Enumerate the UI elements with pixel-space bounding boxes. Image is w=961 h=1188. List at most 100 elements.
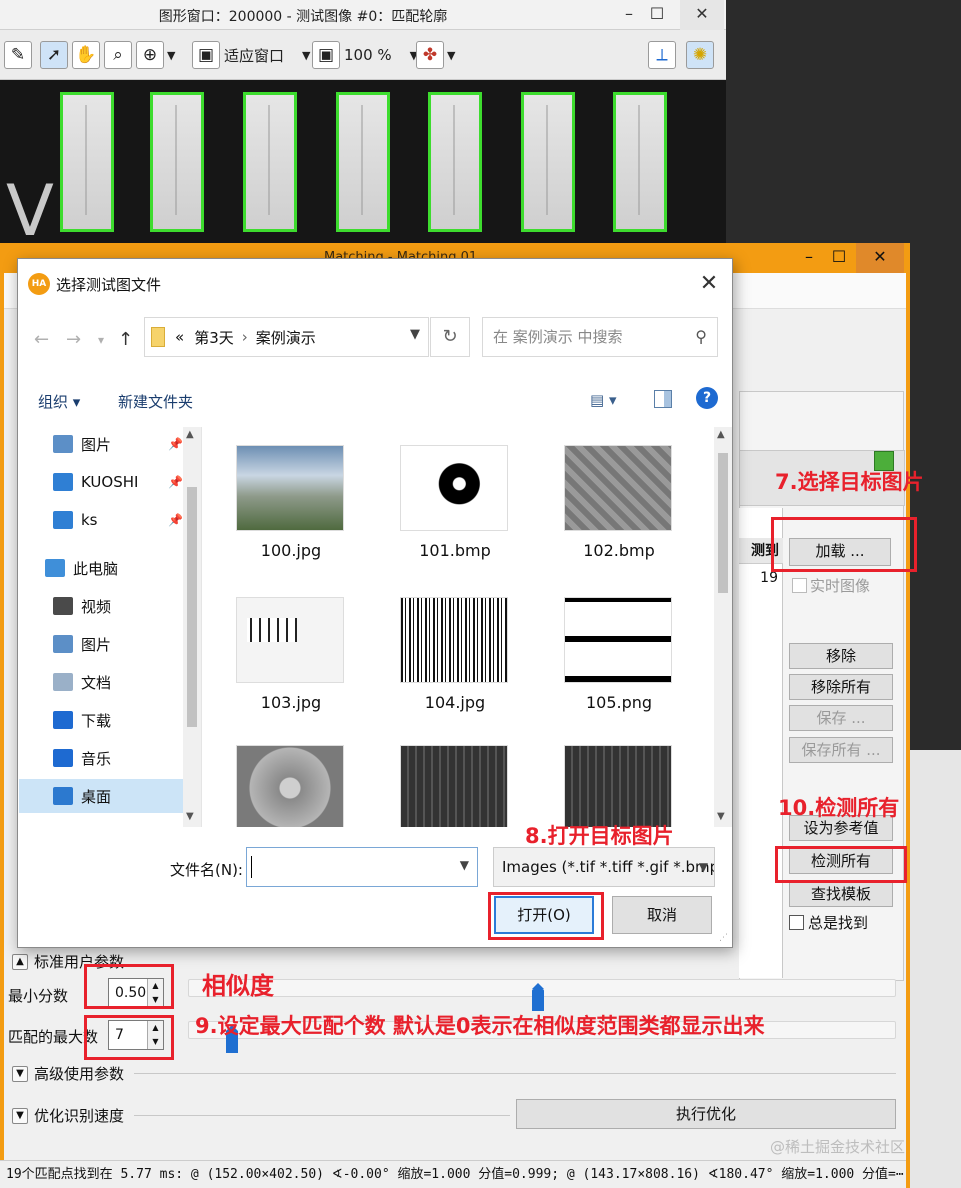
nav-item[interactable]: 下载 (19, 703, 183, 737)
organize-menu[interactable]: 组织 ▾ (38, 391, 80, 412)
pan-hand-icon[interactable]: ✋ (72, 38, 100, 72)
preview-pane-icon[interactable] (654, 390, 672, 408)
advanced-params-section[interactable]: ▼ 高级使用参数 (12, 1063, 124, 1084)
save-all-button[interactable]: 保存所有 ... (789, 737, 893, 763)
pin-icon: 📌 (168, 475, 183, 489)
monitor-icon (53, 473, 73, 491)
zoom-level-label: 100 % (344, 46, 392, 64)
nav-item[interactable]: 视频 (19, 589, 183, 623)
save-button[interactable]: 保存 ... (789, 705, 893, 731)
file-item[interactable]: 105.png (554, 583, 684, 723)
search-input[interactable]: 在 案例演示 中搜索 ⚲ (482, 317, 718, 357)
help-icon[interactable]: ? (696, 387, 718, 409)
nav-scrollbar[interactable]: ▲ ▼ (183, 427, 201, 827)
back-arrow-icon[interactable]: ← (34, 329, 49, 350)
filename-label: 文件名(N): (170, 861, 243, 879)
scrollbar-thumb[interactable] (718, 453, 728, 593)
file-item[interactable] (226, 731, 356, 827)
nav-item[interactable]: KUOSHI 📌 (19, 465, 183, 499)
live-image-checkbox[interactable] (792, 578, 807, 593)
always-find-checkbox[interactable] (789, 915, 804, 930)
up-arrow-icon[interactable]: ↑ (118, 329, 133, 350)
zoom-level-button[interactable]: ▣ 100 % ▼ (312, 38, 418, 72)
nav-item[interactable]: 音乐 (19, 741, 183, 775)
optimize-section[interactable]: ▼ 优化识别速度 (12, 1105, 124, 1126)
file-item[interactable]: 100.jpg (226, 431, 356, 571)
color-picker-icon[interactable]: ✤ ▼ (416, 38, 455, 72)
nav-item-label: KUOSHI (81, 473, 139, 491)
minimize-icon[interactable]: – (792, 243, 826, 273)
scroll-down-icon[interactable]: ▼ (186, 811, 194, 822)
forward-arrow-icon[interactable]: → (66, 329, 81, 350)
file-item[interactable]: 101.bmp (390, 431, 520, 571)
chevron-down-icon[interactable]: ▼ (410, 327, 420, 342)
annotation-box-detect (775, 846, 907, 883)
close-icon[interactable]: ✕ (680, 0, 724, 30)
watermark: @稀土掘金技术社区 (770, 1138, 906, 1156)
nav-item[interactable]: 此电脑 (19, 551, 183, 585)
nav-item[interactable]: 文档 (19, 665, 183, 699)
match-list[interactable]: 测到 19 (739, 508, 783, 978)
file-item[interactable]: 102.bmp (554, 431, 684, 571)
graphics-toolbar: ✎ ➚ ✋ ⌕ ⊕ ▼ ▣ 适应窗口 ▼ ▣ 100 % ▼ ✤ ▼ ⟂ ✺ (0, 30, 726, 80)
nav-item[interactable]: 图片 📌 (19, 427, 183, 461)
close-icon[interactable]: ✕ (692, 267, 726, 301)
file-item[interactable] (554, 731, 684, 827)
filename-input[interactable]: ▼ (246, 847, 478, 887)
scroll-up-icon[interactable]: ▲ (717, 429, 725, 440)
nav-item[interactable]: 桌面 (19, 779, 183, 813)
address-bar[interactable]: « 第3天 › 案例演示 ▼ (144, 317, 429, 357)
fit-window-button[interactable]: ▣ 适应窗口 ▼ (192, 38, 310, 72)
filetype-value: Images (*.tif *.tiff *.gif *.bmp (502, 858, 715, 876)
pictures-icon (53, 635, 73, 653)
text-cursor (251, 856, 252, 878)
refresh-icon[interactable]: ↻ (430, 317, 470, 357)
search-icon[interactable]: ⚲ (695, 318, 707, 356)
breadcrumb-prefix: « (175, 328, 185, 346)
close-icon[interactable]: ✕ (856, 243, 904, 273)
chevron-down-icon[interactable]: ▾ (98, 333, 104, 347)
image-canvas[interactable]: V (0, 80, 726, 250)
filetype-select[interactable]: Images (*.tif *.tiff *.gif *.bmp ▼ (493, 847, 715, 887)
cancel-button[interactable]: 取消 (612, 896, 712, 934)
resize-grip-icon[interactable]: ⋰ (719, 933, 728, 943)
file-item[interactable] (390, 731, 520, 827)
lightbulb-icon[interactable]: ✺ (686, 38, 714, 72)
folder-icon (151, 327, 165, 347)
file-name: 104.jpg (424, 693, 486, 712)
remove-all-button[interactable]: 移除所有 (789, 674, 893, 700)
edit-icon[interactable]: ✎ (4, 38, 32, 72)
scroll-down-icon[interactable]: ▼ (717, 811, 725, 822)
pointer-icon[interactable]: ➚ (40, 38, 68, 72)
annotation-open-image: 8.打开目标图片 (525, 824, 674, 848)
run-optimize-button[interactable]: 执行优化 (516, 1099, 896, 1129)
monitor-icon (53, 511, 73, 529)
find-model-button[interactable]: 查找模板 (789, 881, 893, 907)
file-item[interactable]: 104.jpg (390, 583, 520, 723)
file-name: 103.jpg (260, 693, 322, 712)
file-item[interactable]: 103.jpg (226, 583, 356, 723)
breadcrumb-parent[interactable]: 第3天 (194, 327, 234, 348)
video-icon (53, 597, 73, 615)
remove-button[interactable]: 移除 (789, 643, 893, 669)
view-options-icon[interactable]: ▤ ▾ (590, 391, 616, 409)
scrollbar-thumb[interactable] (187, 487, 197, 727)
scroll-up-icon[interactable]: ▲ (186, 429, 194, 440)
files-scrollbar[interactable]: ▲ ▼ (714, 427, 732, 827)
maximize-icon[interactable]: ☐ (640, 0, 674, 30)
nav-item[interactable]: ks 📌 (19, 503, 183, 537)
axes-icon[interactable]: ⟂ (648, 38, 676, 72)
nav-item-label: 视频 (81, 597, 112, 616)
dialog-title: 选择测试图文件 (56, 276, 162, 294)
breadcrumb-current[interactable]: 案例演示 (256, 327, 316, 348)
download-icon (53, 711, 73, 729)
zoom-in-icon[interactable]: ⊕ ▼ (136, 38, 175, 72)
computer-icon (45, 559, 65, 577)
pictures-icon (53, 435, 73, 453)
min-score-slider-thumb[interactable] (532, 983, 544, 1011)
nav-item[interactable]: 图片 (19, 627, 183, 661)
chevron-down-icon[interactable]: ▼ (460, 858, 469, 872)
magnifier-icon[interactable]: ⌕ (104, 38, 132, 72)
new-folder-button[interactable]: 新建文件夹 (118, 391, 193, 412)
maximize-icon[interactable]: ☐ (822, 243, 856, 273)
